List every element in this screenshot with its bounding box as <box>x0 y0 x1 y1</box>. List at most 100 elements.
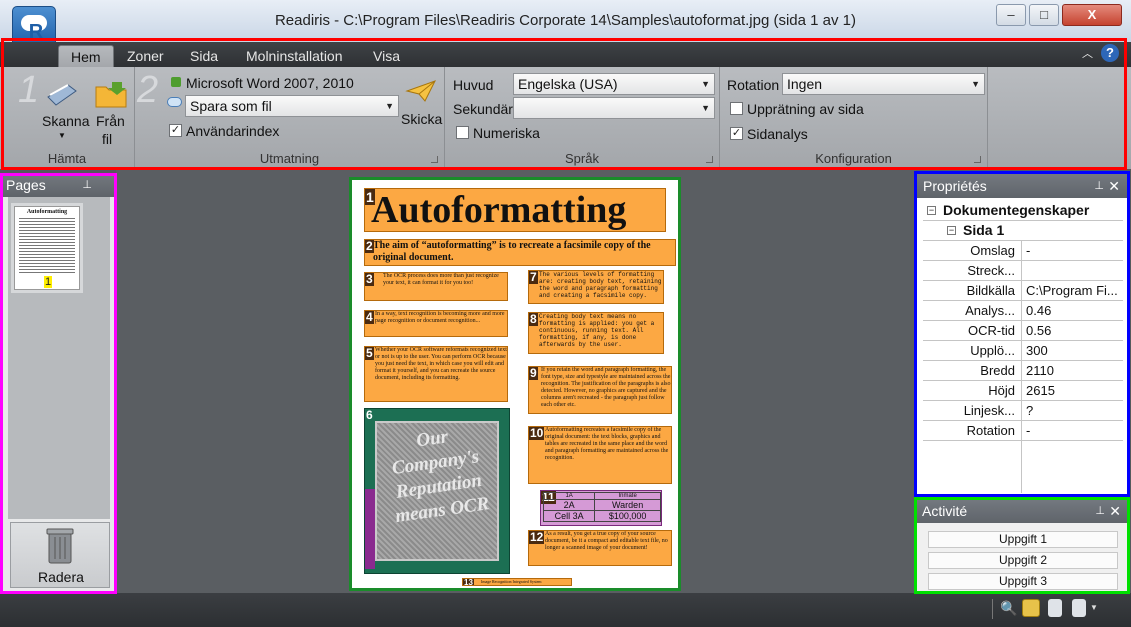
property-value: 0.46 <box>1021 301 1123 320</box>
view-mode-icon[interactable] <box>1022 599 1040 617</box>
task-item[interactable]: Uppgift 2 <box>928 552 1118 569</box>
zone-block-3[interactable]: 3 The OCR process does more than just re… <box>364 272 508 301</box>
property-row[interactable]: Analys... 0.46 <box>923 301 1123 321</box>
chevron-down-icon[interactable]: ▼ <box>1090 603 1098 612</box>
property-value: 2615 <box>1021 381 1123 400</box>
zone-block-9[interactable]: 9 If you retain the word and paragraph f… <box>528 366 672 414</box>
zone-block-7[interactable]: 7 The various levels of formatting are: … <box>528 270 664 304</box>
main-language-value: Engelska (USA) <box>518 76 618 92</box>
property-value <box>1021 261 1123 280</box>
chevron-down-icon: ▼ <box>385 101 394 111</box>
main-language-dropdown[interactable]: Engelska (USA) ▼ <box>513 73 715 95</box>
tab-hem[interactable]: Hem <box>58 45 114 67</box>
zone-text: Whether your OCR software reformats reco… <box>375 347 507 381</box>
zone-block-10[interactable]: 10 Autoformatting recreates a facsimile … <box>528 426 672 484</box>
zone-block-6-image[interactable]: 6 Our Company's Reputation means OCR <box>364 408 510 574</box>
group-konfiguration: Rotation Ingen ▼ Upprätning av sida ✓ Si… <box>720 67 988 169</box>
group-label-hamta: Hämta <box>47 151 87 166</box>
dialog-launcher-icon[interactable] <box>706 156 713 163</box>
document-view-icon[interactable] <box>1072 599 1086 617</box>
pin-icon[interactable]: ⊥ <box>82 173 92 197</box>
activity-panel: Activité ⊥ ✕ Uppgift 1 Uppgift 2 Uppgift… <box>916 499 1129 593</box>
tab-zoner[interactable]: Zoner <box>115 45 176 67</box>
user-index-checkbox[interactable]: ✓ <box>169 124 182 137</box>
numeric-checkbox[interactable] <box>456 126 469 139</box>
property-row[interactable]: Linjesk...? <box>923 401 1123 421</box>
from-file-button[interactable]: Från fil <box>92 75 132 155</box>
pin-icon[interactable]: ⊥ <box>1095 499 1105 523</box>
numeric-label: Numeriska <box>473 125 540 141</box>
collapse-icon[interactable]: − <box>927 206 936 215</box>
property-row[interactable]: Omslag - <box>923 241 1123 261</box>
dialog-launcher-icon[interactable] <box>431 156 438 163</box>
document-page[interactable]: 1 Autoformatting 2 The aim of “autoforma… <box>349 177 681 591</box>
property-value: - <box>1021 241 1123 260</box>
close-icon[interactable]: ✕ <box>1108 174 1120 198</box>
task-item[interactable]: Uppgift 1 <box>928 531 1118 548</box>
group-sprak: Huvud Engelska (USA) ▼ Sekundär ▼ Numeri… <box>445 67 720 169</box>
delete-label: Radera <box>38 569 84 585</box>
chevron-up-icon[interactable]: ︿ <box>1082 45 1093 61</box>
property-row[interactable]: Streck... <box>923 261 1123 281</box>
zone-block-11-table[interactable]: 11 1A Inmate 2A Warden Cell 3A $100,000 <box>540 490 662 526</box>
tab-sida[interactable]: Sida <box>178 45 230 67</box>
rotation-dropdown[interactable]: Ingen ▼ <box>782 73 985 95</box>
property-row[interactable]: Bildkälla C:\Program Fi... <box>923 281 1123 301</box>
zone-block-12[interactable]: 12 As a result, you get a true copy of y… <box>528 530 672 566</box>
save-option-dropdown[interactable]: Spara som fil ▼ <box>185 95 399 117</box>
table-cell: 1A <box>542 492 596 500</box>
zone-block-2[interactable]: 2 The aim of “autoformatting” is to recr… <box>364 239 676 266</box>
property-row[interactable]: Höjd 2615 <box>923 381 1123 401</box>
task-item[interactable]: Uppgift 3 <box>928 573 1118 590</box>
zone-block-8[interactable]: 8 Creating body text means no formatting… <box>528 312 664 354</box>
property-value: - <box>1021 421 1123 440</box>
page-analysis-label: Sidanalys <box>747 126 808 142</box>
property-row[interactable]: Bredd 2110 <box>923 361 1123 381</box>
group-label-utmatning: Utmatning <box>259 151 320 166</box>
send-label: Skicka <box>401 111 443 127</box>
page-view-icon[interactable] <box>1048 599 1062 617</box>
page-node-label: Sida 1 <box>963 222 1005 238</box>
page-analysis-checkbox[interactable]: ✓ <box>730 127 743 140</box>
zone-block-5[interactable]: 5 Whether your OCR software reformats re… <box>364 346 508 402</box>
property-row[interactable]: Rotation - <box>923 421 1123 441</box>
property-row[interactable]: Upplö... 300 <box>923 341 1123 361</box>
group-utmatning: 2 Microsoft Word 2007, 2010 Spara som fi… <box>135 67 445 169</box>
ribbon-tab-bar: Hem Zoner Sida Molninstallation Visa <box>0 42 1131 67</box>
send-button[interactable]: Skicka <box>401 77 443 137</box>
zone-number: 8 <box>529 312 538 326</box>
zone-block-4[interactable]: 4 In a way, text recognition is becoming… <box>364 310 508 337</box>
thumbnail-text-lines <box>19 218 75 273</box>
chevron-down-icon: ▼ <box>58 131 66 140</box>
property-row[interactable]: OCR-tid 0.56 <box>923 321 1123 341</box>
tab-visa[interactable]: Visa <box>361 45 412 67</box>
group-hamta: 1 Skanna ▼ Från fil Hämta <box>0 67 135 169</box>
zone-block-1[interactable]: 1 Autoformatting <box>364 188 666 232</box>
property-value: C:\Program Fi... <box>1021 281 1123 300</box>
dialog-launcher-icon[interactable] <box>974 156 981 163</box>
collapse-icon[interactable]: − <box>947 226 956 235</box>
deskew-label: Upprätning av sida <box>747 101 864 117</box>
pin-icon[interactable]: ⊥ <box>1094 174 1104 198</box>
output-format-label[interactable]: Microsoft Word 2007, 2010 <box>186 75 354 91</box>
step-number-2: 2 <box>137 69 159 111</box>
deskew-checkbox[interactable] <box>730 102 743 115</box>
zone-number: 2 <box>365 239 374 253</box>
tree-node-document[interactable]: − Dokumentegenskaper <box>923 201 1123 221</box>
secondary-language-dropdown[interactable]: ▼ <box>513 97 715 119</box>
property-key: OCR-tid <box>968 323 1015 338</box>
tree-node-page[interactable]: − Sida 1 <box>923 221 1123 241</box>
zoom-icon[interactable]: 🔍 <box>1000 599 1018 617</box>
zone-block-13[interactable]: 13 Image Recognition Integrated System <box>462 578 572 586</box>
close-icon[interactable]: ✕ <box>1109 499 1121 523</box>
property-key: Omslag <box>970 243 1015 258</box>
properties-panel-title: Propriétés <box>923 178 987 194</box>
maximize-button[interactable]: □ <box>1029 4 1059 26</box>
scan-button[interactable]: Skanna ▼ <box>40 75 89 155</box>
zone-text: In a way, text recognition is becoming m… <box>375 311 505 324</box>
minimize-button[interactable]: – <box>996 4 1026 26</box>
tab-molninstallation[interactable]: Molninstallation <box>234 45 355 67</box>
close-button[interactable]: X <box>1062 4 1122 26</box>
delete-button[interactable]: Radera <box>10 522 110 588</box>
help-icon[interactable]: ? <box>1101 44 1119 62</box>
